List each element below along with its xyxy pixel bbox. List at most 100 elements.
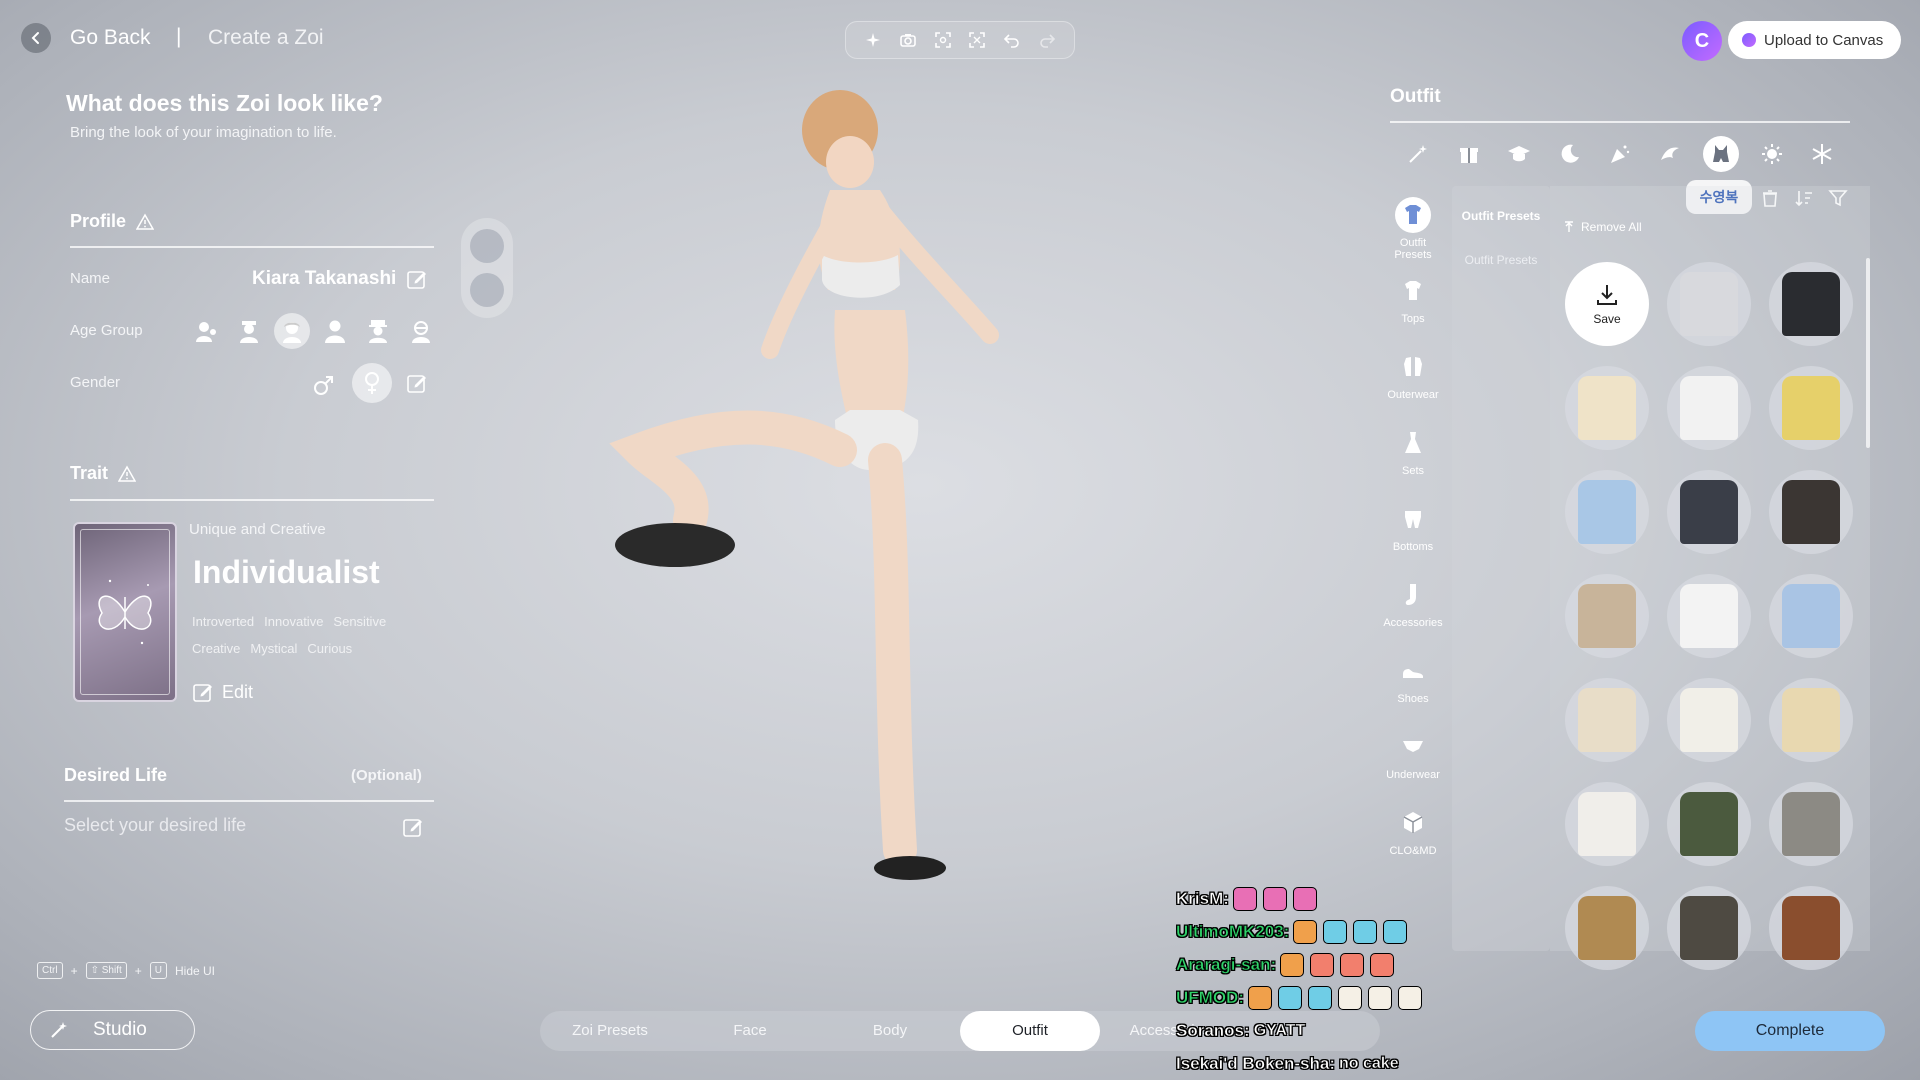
tab-outfit[interactable]: Outfit <box>960 1011 1100 1051</box>
camera-icon[interactable] <box>895 27 921 53</box>
canvas-logo-button[interactable]: C <box>1682 21 1722 61</box>
studio-button[interactable]: Studio <box>30 1010 195 1050</box>
gift-icon[interactable] <box>1451 136 1487 172</box>
edit-name-icon[interactable] <box>404 266 430 292</box>
moon-icon[interactable] <box>1552 136 1588 172</box>
outfit-item[interactable] <box>1565 574 1649 658</box>
outfit-grid-scrollbar[interactable] <box>1866 258 1870 448</box>
chat-emote-icon <box>1232 886 1257 911</box>
sparkle-icon[interactable] <box>860 27 886 53</box>
outfit-item[interactable] <box>1769 782 1853 866</box>
tab-face[interactable]: Face <box>680 1011 820 1051</box>
category-bottoms[interactable]: Bottoms <box>1380 497 1446 573</box>
category-accessories[interactable]: Accessories <box>1380 573 1446 649</box>
character-model[interactable] <box>600 90 1200 990</box>
trait-name: Individualist <box>193 554 380 590</box>
ctrl-key: Ctrl <box>37 962 63 979</box>
outfit-item[interactable] <box>1565 470 1649 554</box>
category-shoes[interactable]: Shoes <box>1380 649 1446 725</box>
upload-to-canvas-button[interactable]: Upload to Canvas <box>1728 21 1901 59</box>
outfit-thumbnail <box>1782 376 1840 440</box>
hide-ui-hotkey-hint: Ctrl + ⇧ Shift + U Hide UI <box>37 962 215 979</box>
save-outfit-button[interactable]: Save <box>1565 262 1649 346</box>
trait-tag: Creative <box>192 641 241 656</box>
cube-icon <box>1395 805 1431 841</box>
outfit-item[interactable] <box>1565 366 1649 450</box>
outfit-thumbnail <box>1680 480 1738 544</box>
snowflake-icon[interactable] <box>1804 136 1840 172</box>
section-heading: What does this Zoi look like? <box>66 90 383 116</box>
outfit-item[interactable] <box>1769 262 1853 346</box>
outfit-item[interactable] <box>1667 366 1751 450</box>
face-view-thumb[interactable] <box>470 229 504 263</box>
focus-icon[interactable] <box>930 27 956 53</box>
outfit-item[interactable] <box>1667 782 1751 866</box>
magic-wand-icon[interactable] <box>1400 136 1436 172</box>
trait-tags-row-2: Creative Mystical Curious <box>192 641 352 656</box>
age-adult-icon[interactable] <box>360 313 396 349</box>
back-button[interactable] <box>21 23 51 53</box>
tab-body[interactable]: Body <box>820 1011 960 1051</box>
outfit-item[interactable] <box>1565 782 1649 866</box>
redo-icon[interactable] <box>1034 27 1060 53</box>
swimsuit-icon[interactable] <box>1703 136 1739 172</box>
chat-message: KrisM: <box>1176 882 1476 915</box>
category-label: Tops <box>1401 313 1425 325</box>
trait-card[interactable] <box>73 522 177 702</box>
age-elder-icon[interactable] <box>403 313 439 349</box>
female-icon[interactable] <box>352 363 392 403</box>
category-label: Sets <box>1401 465 1424 477</box>
outfit-item[interactable] <box>1769 574 1853 658</box>
party-icon[interactable] <box>1602 136 1638 172</box>
outfit-item[interactable] <box>1667 574 1751 658</box>
category-tops[interactable]: Tops <box>1380 269 1446 345</box>
tab-zoi-presets[interactable]: Zoi Presets <box>540 1011 680 1051</box>
male-icon[interactable] <box>306 367 342 403</box>
outfit-item[interactable] <box>1769 886 1853 970</box>
trait-tag: Mystical <box>250 641 298 656</box>
trait-divider <box>70 499 434 501</box>
edit-gender-icon[interactable] <box>404 370 430 396</box>
outfit-items-grid: Save <box>1565 262 1853 970</box>
go-back-link[interactable]: Go Back <box>70 26 151 50</box>
dress-icon <box>1395 425 1431 461</box>
chat-emote-icon <box>1307 985 1332 1010</box>
sun-icon[interactable] <box>1754 136 1790 172</box>
category-underwear[interactable]: Underwear <box>1380 725 1446 801</box>
desired-life-field[interactable]: Select your desired life <box>64 815 246 836</box>
outfit-item[interactable] <box>1769 470 1853 554</box>
chat-emote-icon <box>1367 985 1392 1010</box>
preset-item-outfit-presets-2[interactable]: Outfit Presets <box>1452 242 1550 286</box>
category-label: Shoes <box>1397 693 1429 705</box>
remove-all-label: Remove All <box>1581 220 1642 234</box>
undo-icon[interactable] <box>999 27 1025 53</box>
age-young-adult-icon[interactable] <box>317 313 353 349</box>
wave-icon[interactable] <box>1653 136 1689 172</box>
category-sets[interactable]: Sets <box>1380 421 1446 497</box>
outfit-item[interactable] <box>1667 470 1751 554</box>
age-child-icon[interactable] <box>231 313 267 349</box>
age-teen-icon[interactable] <box>274 313 310 349</box>
complete-button[interactable]: Complete <box>1695 1011 1885 1051</box>
zoom-focus-icon[interactable] <box>964 27 990 53</box>
outfit-item[interactable] <box>1565 886 1649 970</box>
preset-item-outfit-presets[interactable]: Outfit Presets <box>1452 198 1550 242</box>
outfit-item[interactable] <box>1769 678 1853 762</box>
outfit-item[interactable] <box>1769 366 1853 450</box>
outfit-item[interactable] <box>1565 678 1649 762</box>
category-clo-md[interactable]: CLO&MD <box>1380 801 1446 877</box>
category-outerwear[interactable]: Outerwear <box>1380 345 1446 421</box>
category-outfit-presets[interactable]: Outfit Presets <box>1380 193 1446 269</box>
outfit-item[interactable] <box>1667 886 1751 970</box>
age-infant-icon[interactable] <box>188 313 224 349</box>
edit-desired-life-icon[interactable] <box>400 814 426 840</box>
edit-trait-button[interactable]: Edit <box>192 681 253 703</box>
remove-all-button[interactable]: Remove All <box>1563 220 1642 234</box>
desired-life-divider <box>64 800 434 802</box>
graduation-cap-icon[interactable] <box>1501 136 1537 172</box>
body-view-thumb[interactable] <box>470 273 504 307</box>
outfit-thumbnail <box>1680 376 1738 440</box>
outfit-item[interactable] <box>1667 678 1751 762</box>
chat-emote-icon <box>1353 919 1378 944</box>
outfit-item[interactable] <box>1667 262 1751 346</box>
